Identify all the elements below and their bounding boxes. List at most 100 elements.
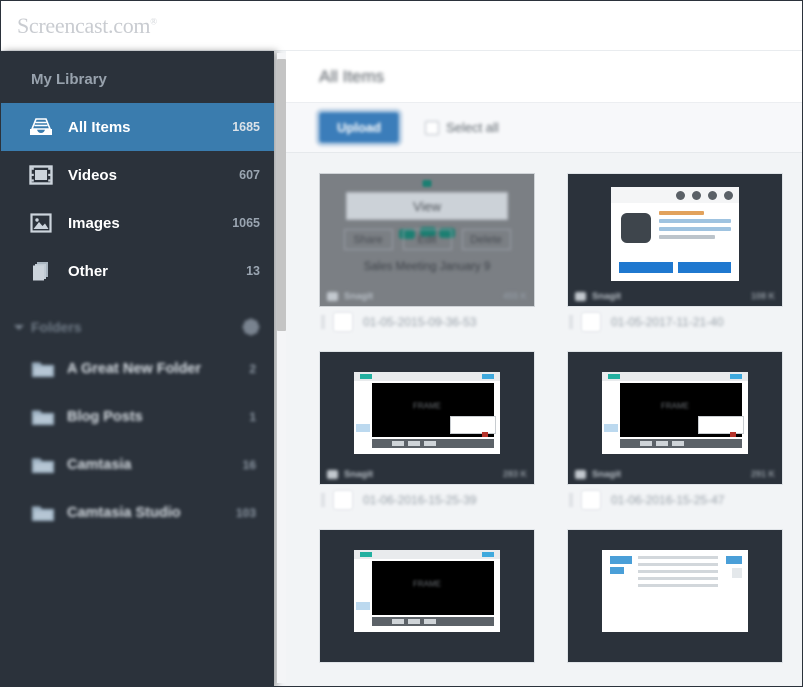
overlay-action-row: Share Edit Delete: [343, 229, 511, 250]
media-thumbnail[interactable]: FRAME: [319, 529, 535, 663]
sidebar-folder-item[interactable]: Blog Posts 1: [1, 393, 274, 441]
badge-label: Snagit: [344, 290, 374, 302]
items-grid: View Share Edit Delete Sales Meeting Jan…: [286, 153, 802, 663]
drag-handle-icon[interactable]: [321, 493, 325, 507]
sidebar-item-videos[interactable]: Videos 607: [1, 151, 274, 199]
folder-icon: [31, 407, 55, 427]
media-thumbnail[interactable]: [567, 529, 783, 663]
check-icon: [422, 180, 432, 187]
media-card: View Share Edit Delete Sales Meeting Jan…: [319, 173, 535, 337]
thumbnail-badge-bar: Snagit 455 K: [320, 286, 534, 306]
chevron-down-icon: [13, 321, 25, 333]
media-card: FRAME: [319, 529, 535, 663]
media-thumbnail[interactable]: View Share Edit Delete Sales Meeting Jan…: [319, 173, 535, 307]
folder-count: 1: [249, 410, 256, 424]
delete-button[interactable]: Delete: [461, 229, 511, 250]
sidebar-item-label: Images: [68, 214, 120, 232]
logo-trademark: ®: [150, 16, 157, 27]
card-title: 01-06-2016-15-25-39: [363, 493, 477, 507]
media-card: FRAME Snagit 291 K 01-06-2016-15-25-47: [567, 351, 783, 515]
folder-label: Camtasia: [67, 457, 132, 473]
folder-label: A Great New Folder: [67, 361, 202, 377]
folder-count: 103: [235, 506, 256, 520]
drag-handle-icon[interactable]: [569, 493, 573, 507]
card-checkbox[interactable]: [333, 490, 353, 510]
card-checkbox[interactable]: [333, 312, 353, 332]
top-bar: Screencast.com®: [1, 1, 802, 51]
video-frame-label: FRAME: [413, 579, 441, 589]
image-icon: [28, 210, 54, 236]
thumbnail-preview: FRAME: [602, 372, 748, 454]
folders-section-header[interactable]: Folders: [1, 309, 274, 345]
sidebar-item-count: 1065: [232, 216, 260, 230]
sidebar-folder-item[interactable]: A Great New Folder 2: [1, 345, 274, 393]
sidebar-folder-item[interactable]: Camtasia Studio 103: [1, 489, 274, 537]
badge-size: 291 K: [750, 469, 775, 479]
card-title: 01-05-2015-09-36-53: [363, 315, 477, 329]
badge-label: Snagit: [592, 290, 622, 302]
sidebar-item-count: 13: [246, 264, 260, 278]
card-caption: 01-06-2016-15-25-39: [319, 485, 535, 515]
site-logo[interactable]: Screencast.com®: [17, 13, 157, 39]
select-all-label: Select all: [446, 120, 499, 135]
camera-icon: [327, 291, 338, 301]
select-all-control[interactable]: Select all: [425, 120, 499, 135]
overlay-item-title: Sales Meeting January 9: [363, 261, 491, 273]
thumbnail-preview: FRAME: [354, 550, 500, 632]
thumbnail-badge-bar: Snagit 291 K: [568, 464, 782, 484]
badge-source: Snagit: [575, 291, 621, 302]
folder-icon: [31, 359, 55, 379]
sidebar-item-label: All Items: [68, 118, 131, 136]
badge-label: Snagit: [344, 468, 374, 480]
sidebar-folder-item[interactable]: Camtasia 16: [1, 441, 274, 489]
card-checkbox[interactable]: [581, 312, 601, 332]
media-thumbnail[interactable]: FRAME Snagit 291 K: [567, 351, 783, 485]
badge-label: Snagit: [592, 468, 622, 480]
sidebar-item-label: Other: [68, 262, 109, 280]
sidebar-scrollbar-thumb[interactable]: [277, 59, 286, 331]
sidebar-item-count: 1685: [232, 120, 260, 134]
sidebar-item-images[interactable]: Images 1065: [1, 199, 274, 247]
thumbnail-badge-bar: Snagit 283 K: [320, 464, 534, 484]
card-checkbox[interactable]: [581, 490, 601, 510]
edit-button[interactable]: Edit: [402, 229, 452, 250]
view-button[interactable]: View: [346, 192, 508, 220]
video-frame-label: FRAME: [661, 401, 689, 411]
sidebar-item-all-items[interactable]: All Items 1685: [1, 103, 274, 151]
folder-label: Camtasia Studio: [67, 505, 181, 521]
drag-handle-icon[interactable]: [569, 315, 573, 329]
gear-icon[interactable]: [244, 320, 258, 334]
upload-button[interactable]: Upload: [315, 109, 403, 146]
thumbnail-preview: [611, 187, 739, 281]
media-card: FRAME Snagit 283 K 01-06-2016-15-25-39: [319, 351, 535, 515]
card-title: 01-05-2017-11-21-40: [611, 315, 724, 329]
inbox-icon: [28, 114, 54, 140]
select-all-checkbox[interactable]: [425, 120, 440, 135]
drag-handle-icon[interactable]: [321, 315, 325, 329]
logo-text: Screencast.com: [17, 13, 151, 38]
badge-source: Snagit: [327, 469, 373, 480]
thumbnail-preview: [602, 550, 748, 632]
folder-icon: [31, 503, 55, 523]
folder-icon: [31, 455, 55, 475]
media-thumbnail[interactable]: Snagit 108 K: [567, 173, 783, 307]
media-card: [567, 529, 783, 663]
camera-icon: [575, 469, 586, 479]
badge-size: 108 K: [750, 291, 775, 301]
share-button[interactable]: Share: [343, 229, 393, 250]
card-caption: 01-05-2015-09-36-53: [319, 307, 535, 337]
folder-label: Blog Posts: [67, 409, 143, 425]
badge-source: Snagit: [575, 469, 621, 480]
media-card: Snagit 108 K 01-05-2017-11-21-40: [567, 173, 783, 337]
sidebar-item-count: 607: [239, 168, 260, 182]
sidebar: My Library All Items 1685 Videos 607 Ima…: [1, 51, 274, 686]
screencast-library-window: Screencast.com® My Library All Items 168…: [0, 0, 803, 687]
content-toolbar: Upload Select all: [286, 103, 802, 153]
badge-size: 283 K: [502, 469, 527, 479]
card-title: 01-06-2016-15-25-47: [611, 493, 725, 507]
sidebar-item-other[interactable]: Other 13: [1, 247, 274, 295]
media-thumbnail[interactable]: FRAME Snagit 283 K: [319, 351, 535, 485]
card-caption: 01-06-2016-15-25-47: [567, 485, 783, 515]
folders-label: Folders: [31, 319, 82, 335]
main-content: All Items Upload Select all View Share E…: [286, 51, 802, 686]
